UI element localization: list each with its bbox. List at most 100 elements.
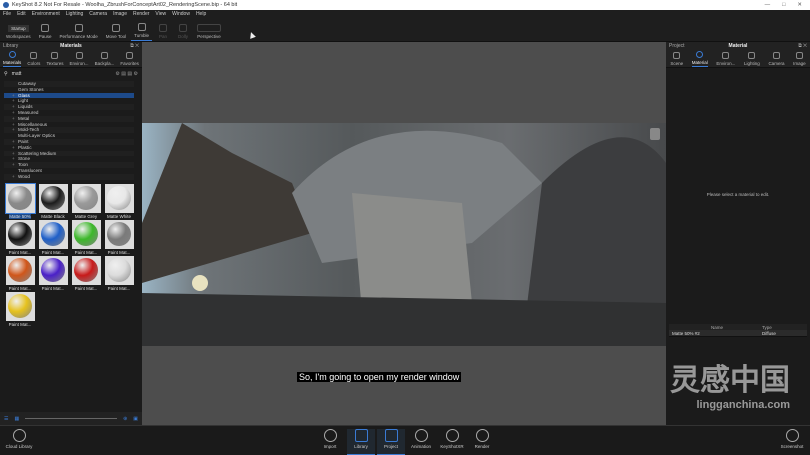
material-thumbnail[interactable]: Matte White xyxy=(103,183,135,219)
tab-label: Image xyxy=(793,60,806,66)
panel-close-icon[interactable]: ⧉ ✕ xyxy=(798,43,807,49)
table-row[interactable]: Matte 50% #2 Diffuse xyxy=(669,330,807,337)
material-thumbnail[interactable]: Paint Mat... xyxy=(103,219,135,255)
material-thumbnail[interactable]: Paint Mat... xyxy=(4,255,36,291)
render-button[interactable]: Render xyxy=(468,429,496,449)
workspaces-dropdown[interactable]: Startup Workspaces xyxy=(3,18,34,41)
search-input[interactable]: matt xyxy=(12,71,22,77)
menu-edit[interactable]: Edit xyxy=(17,11,26,17)
tab-materials[interactable]: Materials xyxy=(3,50,22,67)
library-header: Library Materials ⧉ ✕ xyxy=(0,42,142,50)
pan-label: Pan xyxy=(159,34,168,39)
menu-lighting[interactable]: Lighting xyxy=(66,11,84,17)
import-icon[interactable]: ▣ xyxy=(133,416,138,422)
tab-colors[interactable]: Colors xyxy=(27,50,40,67)
menu-view[interactable]: View xyxy=(155,11,166,17)
dolly-button[interactable]: Dolly xyxy=(174,18,192,41)
close-button[interactable]: ✕ xyxy=(797,2,802,8)
workspaces-label: Workspaces xyxy=(6,34,31,39)
cloud-library-icon xyxy=(12,429,26,442)
animation-button[interactable]: Animation xyxy=(407,429,435,449)
cloud-library-button[interactable]: Cloud Library xyxy=(4,429,34,449)
material-thumbnail[interactable]: Matte Black xyxy=(37,183,69,219)
tab-environ[interactable]: Environ... xyxy=(716,50,735,67)
material-swatch xyxy=(4,182,36,214)
performance-label: Performance Mode xyxy=(59,34,98,39)
dolly-icon xyxy=(179,24,188,32)
project-button[interactable]: Project xyxy=(377,429,405,455)
tab-image[interactable]: Image xyxy=(793,50,806,67)
menu-environment[interactable]: Environment xyxy=(32,11,60,17)
panel-close-icon[interactable]: ⧉ ✕ xyxy=(130,43,139,49)
materials-header: Materials xyxy=(60,43,82,49)
environ-icon xyxy=(75,51,83,59)
tab-camera[interactable]: Camera xyxy=(768,50,784,67)
tab-material[interactable]: Material xyxy=(691,50,708,67)
grid-view-icon[interactable]: ▦ xyxy=(14,416,19,422)
move-label: Move Tool xyxy=(105,34,127,39)
tab-scene[interactable]: Scene xyxy=(670,50,683,67)
material-thumbnail[interactable]: Matte 50% xyxy=(4,182,36,219)
video-subtitle: So, I'm going to open my render window xyxy=(297,372,462,382)
material-ball-icon xyxy=(41,222,65,247)
material-ball-icon xyxy=(41,186,65,211)
material-ball-icon xyxy=(74,258,98,283)
material-swatch xyxy=(104,183,134,213)
render-viewport[interactable]: So, I'm going to open my render window xyxy=(142,42,666,425)
material-name: Paint Mat... xyxy=(8,285,32,291)
material-name: Matte Grey xyxy=(74,213,98,219)
tumble-button[interactable]: Tumble xyxy=(131,18,153,41)
menu-help[interactable]: Help xyxy=(196,11,206,17)
camera-icon xyxy=(772,51,780,59)
tab-environ[interactable]: Environ... xyxy=(70,50,89,67)
material-thumbnail[interactable]: Paint Mat... xyxy=(4,219,36,255)
import-button[interactable]: Import xyxy=(316,429,344,449)
project-tabs: Scene Material Environ... Lighting Camera Ima… xyxy=(666,50,810,68)
col-type: Type xyxy=(762,324,772,330)
material-thumbnail[interactable]: Paint Mat... xyxy=(70,255,102,291)
add-icon[interactable]: ⊕ xyxy=(123,416,127,422)
keyshotxr-button[interactable]: KeyShotXR xyxy=(438,429,466,449)
pan-button[interactable]: Pan xyxy=(154,18,172,41)
lighting-icon xyxy=(748,51,756,59)
minimize-button[interactable]: — xyxy=(765,2,771,8)
backpla-icon xyxy=(100,51,108,59)
tab-textures[interactable]: Textures xyxy=(46,50,63,67)
pause-button[interactable]: Pause xyxy=(36,18,55,41)
thumbnail-size-slider[interactable] xyxy=(25,418,118,419)
screenshot-button[interactable]: Screenshot xyxy=(776,429,808,449)
material-icon xyxy=(696,51,704,58)
material-thumbnail[interactable]: Paint Mat... xyxy=(103,255,135,291)
material-thumbnail[interactable]: Matte Grey xyxy=(70,183,102,219)
tab-backpla[interactable]: Backpla... xyxy=(95,50,114,67)
menu-camera[interactable]: Camera xyxy=(89,11,107,17)
tab-label: Textures xyxy=(46,60,64,66)
material-thumbnail[interactable]: Paint Mat... xyxy=(4,291,36,327)
library-search[interactable]: ⚲ matt ⚙ ▤ ▤ ⚙ xyxy=(0,68,142,79)
workspace-value[interactable]: Startup xyxy=(8,25,29,32)
tree-item[interactable]: Wood xyxy=(4,173,134,180)
list-view-icon[interactable]: ☰ xyxy=(4,416,8,422)
library-button[interactable]: Library xyxy=(347,429,375,455)
project-icon xyxy=(384,429,398,442)
perspective-dropdown[interactable]: Perspective xyxy=(194,18,224,41)
menu-window[interactable]: Window xyxy=(172,11,190,17)
menu-file[interactable]: File xyxy=(3,11,11,17)
tab-favorites[interactable]: Favorites xyxy=(120,50,139,67)
library-title: Library xyxy=(3,43,19,49)
tab-lighting[interactable]: Lighting xyxy=(744,50,760,67)
menu-render[interactable]: Render xyxy=(133,11,149,17)
material-swatch xyxy=(38,255,68,285)
menu-image[interactable]: Image xyxy=(113,11,127,17)
maximize-button[interactable]: □ xyxy=(782,2,785,8)
material-thumbnail[interactable]: Paint Mat... xyxy=(37,255,69,291)
move-tool-button[interactable]: Move Tool xyxy=(103,18,129,41)
material-thumbnail[interactable]: Paint Mat... xyxy=(70,219,102,255)
performance-mode-button[interactable]: Performance Mode xyxy=(56,18,100,41)
library-icon xyxy=(354,429,368,442)
material-thumbnail[interactable]: Paint Mat... xyxy=(37,219,69,255)
screenshot-label: Screenshot xyxy=(780,444,804,449)
material-name: Paint Mat... xyxy=(107,285,131,291)
real-time-render[interactable] xyxy=(142,123,666,346)
search-tools-icon[interactable]: ⚙ ▤ ▤ ⚙ xyxy=(115,71,138,77)
